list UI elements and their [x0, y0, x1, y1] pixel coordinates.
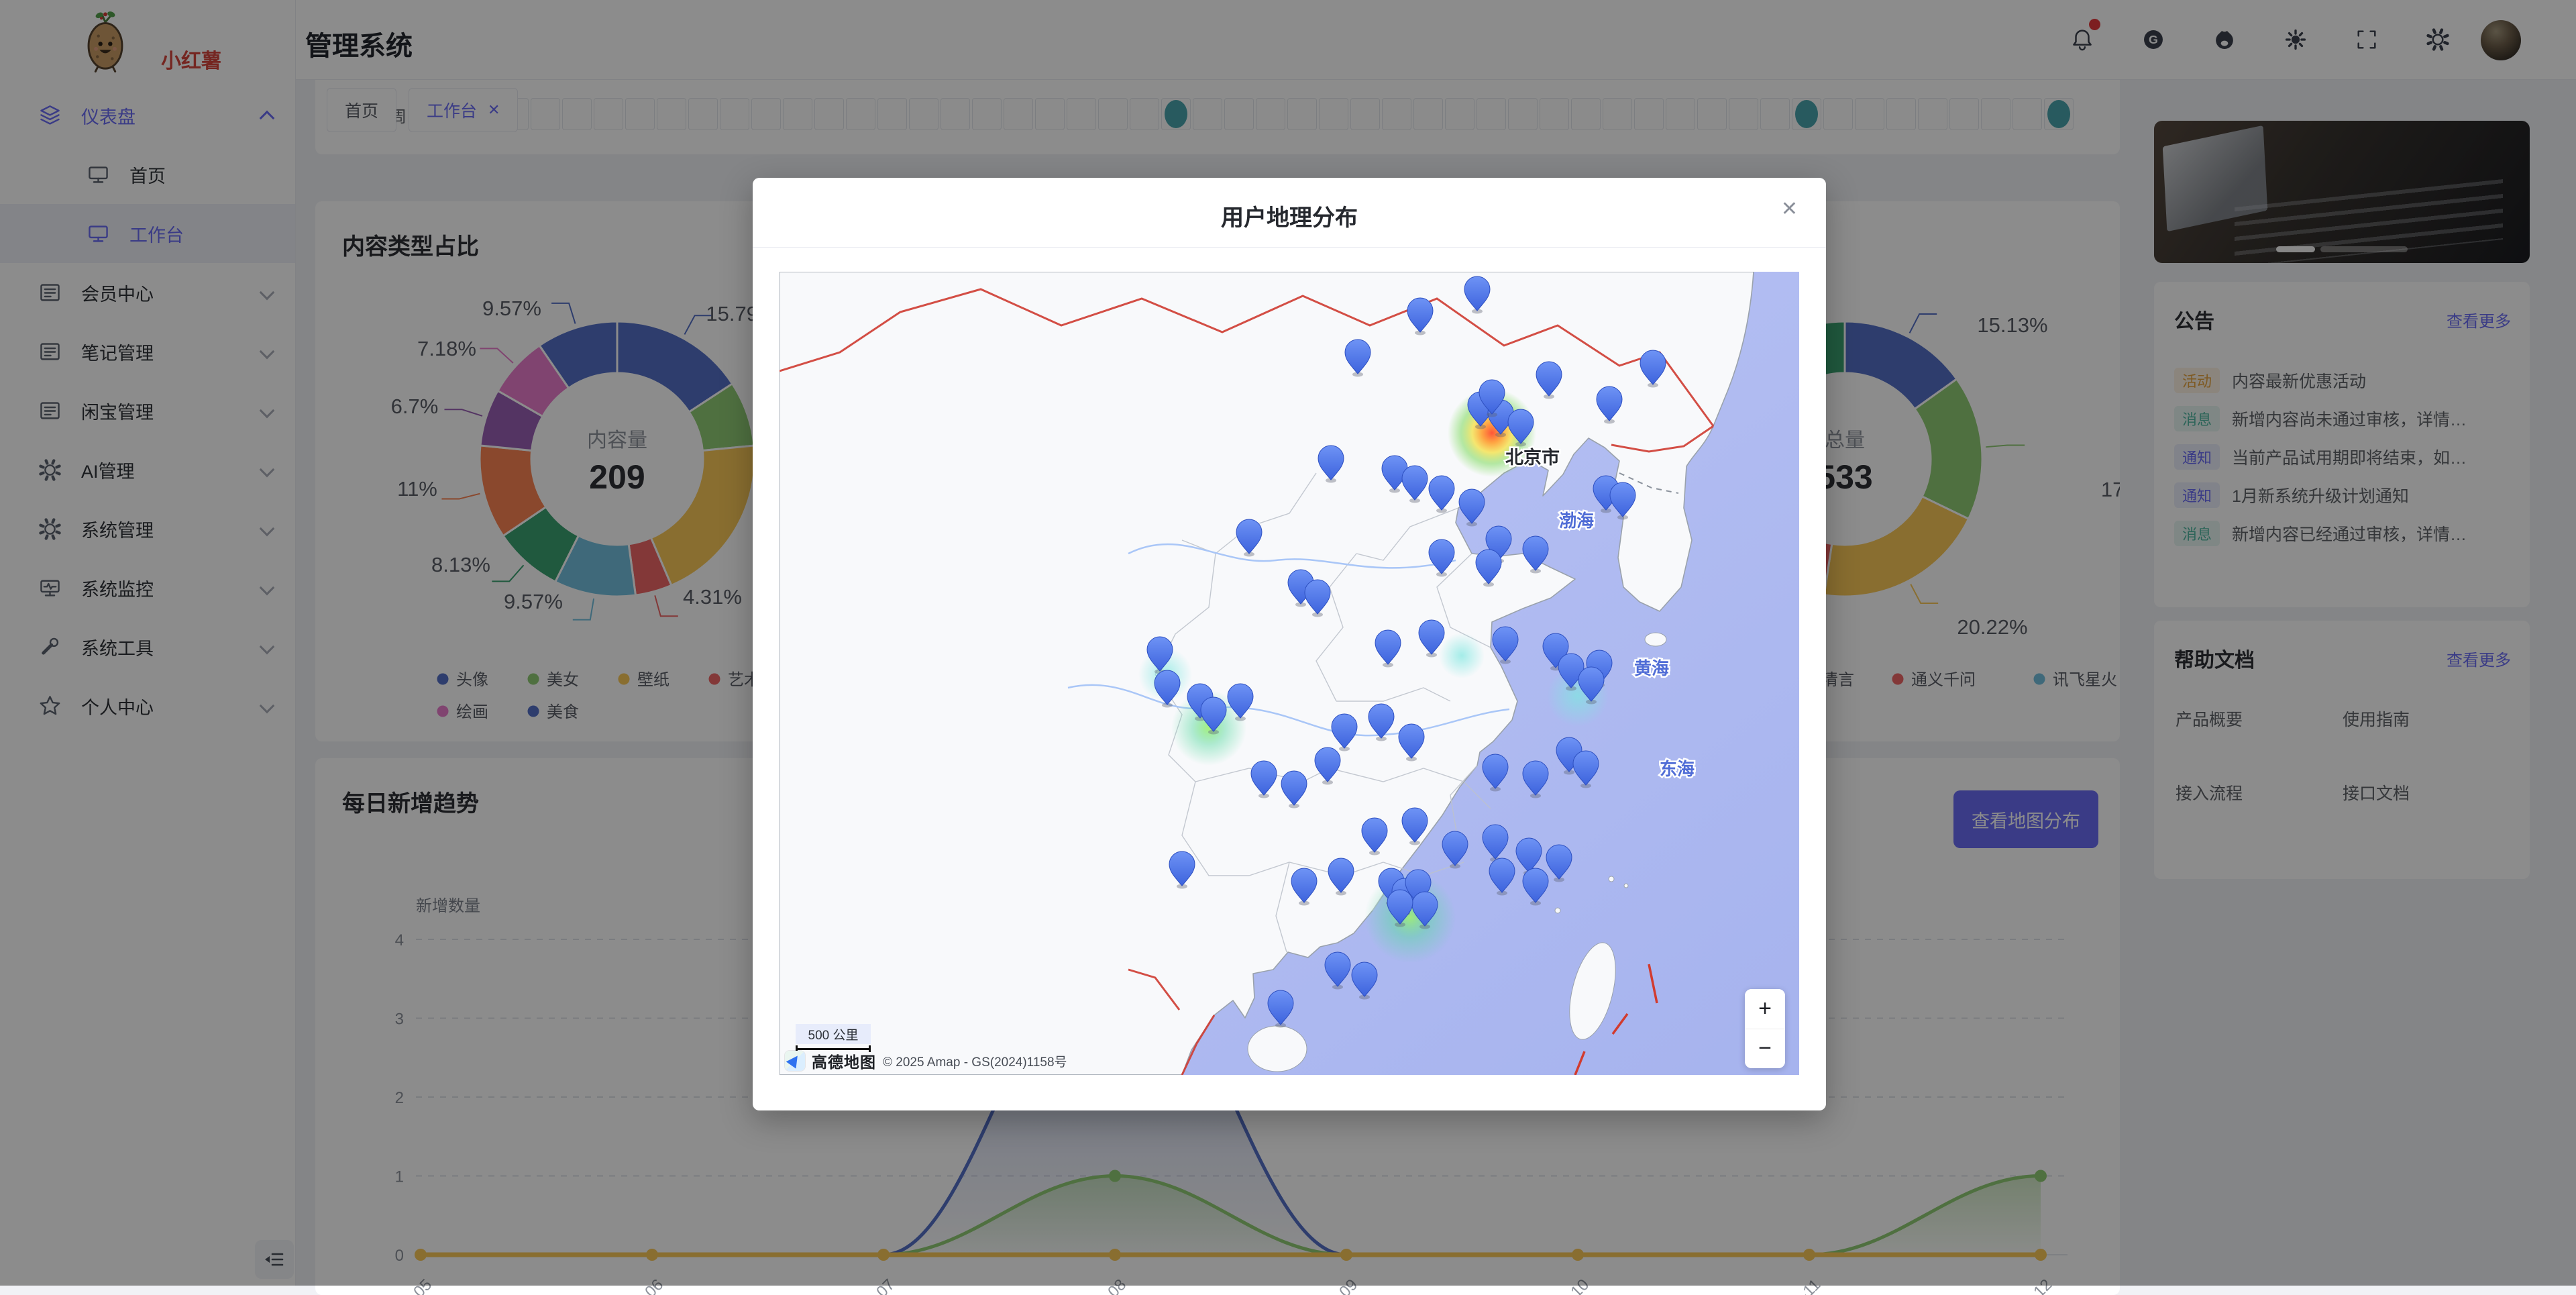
modal-title: 用户地理分布	[753, 199, 1826, 232]
china-map: 北京市 渤海 黄海 东海	[780, 272, 1799, 1075]
amap-logo-icon[interactable]	[785, 1051, 805, 1071]
map-label-donghai: 东海	[1660, 759, 1695, 779]
zoom-in-button[interactable]: +	[1745, 989, 1785, 1029]
geo-distribution-modal: 用户地理分布 ✕	[753, 178, 1826, 1110]
island-jeju	[1645, 633, 1666, 646]
amap-copyright: © 2025 Amap - GS(2024)1158号	[883, 1052, 1067, 1070]
island-hainan	[1248, 1026, 1307, 1072]
map-label-huanghai: 黄海	[1634, 658, 1669, 678]
heat-spot	[1439, 633, 1485, 678]
amap-brand[interactable]: 高德地图	[812, 1049, 876, 1072]
map-label-beijing: 北京市	[1505, 447, 1560, 468]
amap-map[interactable]: 北京市 渤海 黄海 东海 500 公里 高德地图 © 2025 Amap - G…	[780, 272, 1799, 1075]
zoom-out-button[interactable]: −	[1745, 1029, 1785, 1069]
map-scale-label: 500 公里	[796, 1024, 871, 1044]
close-icon[interactable]: ✕	[1777, 197, 1802, 221]
map-attribution: 高德地图 © 2025 Amap - GS(2024)1158号	[785, 1049, 1067, 1072]
map-zoom-control: + −	[1745, 989, 1785, 1068]
modal-header: 用户地理分布 ✕	[753, 178, 1826, 248]
map-label-bohai: 渤海	[1559, 511, 1594, 531]
